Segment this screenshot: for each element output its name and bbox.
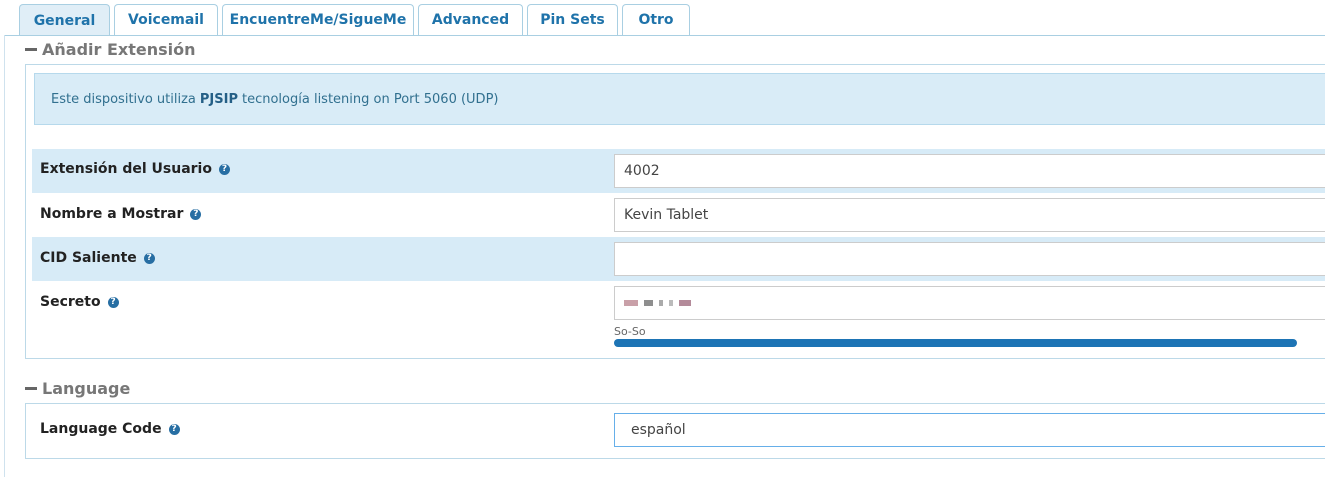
display-name-label-text: Nombre a Mostrar (40, 206, 184, 222)
help-icon[interactable]: ? (143, 252, 155, 264)
section-header-add-extension[interactable]: Añadir Extensión (25, 40, 196, 59)
display-name-input[interactable]: Kevin Tablet (614, 198, 1325, 232)
tab-underline (5, 35, 1325, 36)
tab-voicemail[interactable]: Voicemail (114, 4, 218, 35)
language-code-label: Language Code ? (40, 421, 180, 437)
help-icon[interactable]: ? (107, 296, 119, 308)
section-title: Añadir Extensión (42, 40, 196, 59)
password-strength-label: So-So (614, 325, 646, 338)
section-title: Language (42, 379, 131, 398)
info-suffix: tecnología listening on Port 5060 (UDP) (242, 91, 499, 107)
device-info-alert: Este dispositivo utiliza PJSIP tecnologí… (34, 73, 1325, 125)
help-icon[interactable]: ? (218, 163, 230, 175)
tab-findme-followme[interactable]: EncuentreMe/SigueMe (222, 4, 414, 35)
tab-general[interactable]: General (19, 4, 110, 36)
info-prefix: Este dispositivo utiliza (51, 91, 196, 107)
info-tech: PJSIP (199, 91, 238, 107)
outbound-cid-input[interactable] (614, 242, 1325, 276)
minus-icon (25, 48, 37, 51)
extension-label: Extensión del Usuario ? (40, 161, 230, 177)
password-strength-bar (614, 339, 1325, 347)
outbound-cid-label: CID Saliente ? (40, 250, 155, 266)
secret-input[interactable] (614, 286, 1325, 320)
tab-bar: General Voicemail EncuentreMe/SigueMe Ad… (19, 4, 694, 36)
minus-icon (25, 387, 37, 390)
display-name-label: Nombre a Mostrar ? (40, 206, 202, 222)
section-header-language[interactable]: Language (25, 379, 130, 398)
help-icon[interactable]: ? (168, 423, 180, 435)
extension-input[interactable]: 4002 (614, 154, 1325, 188)
tab-pin-sets[interactable]: Pin Sets (527, 4, 618, 35)
help-icon[interactable]: ? (190, 208, 202, 220)
tab-other[interactable]: Otro (622, 4, 690, 35)
extension-label-text: Extensión del Usuario (40, 161, 212, 177)
language-code-input[interactable]: español (614, 413, 1325, 447)
language-code-label-text: Language Code (40, 421, 162, 437)
secret-label: Secreto ? (40, 294, 119, 310)
content-border (4, 35, 5, 477)
tab-advanced[interactable]: Advanced (418, 4, 523, 35)
outbound-cid-label-text: CID Saliente (40, 250, 137, 266)
secret-label-text: Secreto (40, 294, 101, 310)
password-strength-fill (614, 339, 1297, 347)
masked-password (624, 300, 691, 306)
